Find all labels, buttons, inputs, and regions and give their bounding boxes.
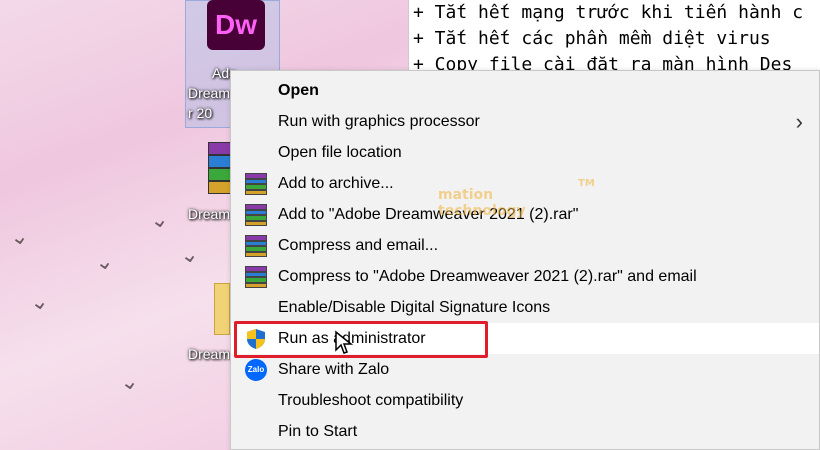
winrar-icon — [245, 266, 267, 288]
menu-item-compress-and-email[interactable]: Compress and email... — [231, 230, 819, 261]
desktop-icon-label: Dream — [188, 85, 231, 101]
winrar-icon — [245, 173, 267, 195]
desktop-icon-label: Dream — [188, 206, 231, 222]
menu-item-open[interactable]: Open — [231, 75, 819, 106]
menu-item-compress-to-rar-and-email[interactable]: Compress to "Adobe Dreamweaver 2021 (2).… — [231, 261, 819, 292]
watermark-brand-mark: TM — [578, 178, 595, 189]
menu-item-label: Open — [278, 82, 319, 99]
menu-item-open-file-location[interactable]: Open file location — [231, 137, 819, 168]
menu-item-label: Open file location — [278, 144, 402, 161]
text-line: + Tắt hết mạng trước khi tiến hành c — [413, 2, 804, 23]
winrar-icon — [245, 235, 267, 257]
text-line: + Tắt hết các phần mềm diệt virus — [413, 28, 771, 49]
mouse-cursor-icon — [334, 330, 354, 360]
desktop-icon-label: r 20 — [188, 105, 213, 121]
menu-item-share-with-zalo[interactable]: Zalo Share with Zalo — [231, 354, 819, 385]
menu-item-digital-signature-icons[interactable]: Enable/Disable Digital Signature Icons — [231, 292, 819, 323]
menu-item-run-with-graphics-processor[interactable]: Run with graphics processor › — [231, 106, 819, 137]
highlight-annotation-box — [234, 321, 488, 358]
watermark-text: mation technology — [438, 187, 526, 219]
menu-item-troubleshoot-compatibility[interactable]: Troubleshoot compatibility — [231, 385, 819, 416]
menu-item-label: Compress to "Adobe Dreamweaver 2021 (2).… — [278, 268, 697, 285]
zalo-icon: Zalo — [245, 359, 267, 381]
folder-icon[interactable] — [214, 283, 230, 335]
chevron-right-icon: › — [795, 109, 803, 134]
desktop-icon-label: Dream — [188, 346, 231, 362]
menu-item-label: Add to archive... — [278, 175, 394, 192]
menu-item-label: Pin to Start — [278, 423, 358, 440]
menu-item-label: Add to "Adobe Dreamweaver 2021 (2).rar" — [278, 206, 579, 223]
menu-item-pin-to-start[interactable]: Pin to Start — [231, 416, 819, 447]
menu-item-label: Compress and email... — [278, 237, 439, 254]
menu-item-label: Run with graphics processor — [278, 113, 480, 130]
menu-item-label: Troubleshoot compatibility — [278, 392, 464, 409]
dreamweaver-app-icon: Dw — [207, 0, 265, 50]
menu-item-label: Enable/Disable Digital Signature Icons — [278, 299, 551, 316]
text-editor-pane: + Tắt hết mạng trước khi tiến hành c + T… — [408, 0, 820, 70]
text-line: + Copy file cài đặt ra màn hình Des — [413, 54, 793, 70]
winrar-icon — [245, 204, 267, 226]
context-menu: Open Run with graphics processor › Open … — [230, 70, 820, 450]
